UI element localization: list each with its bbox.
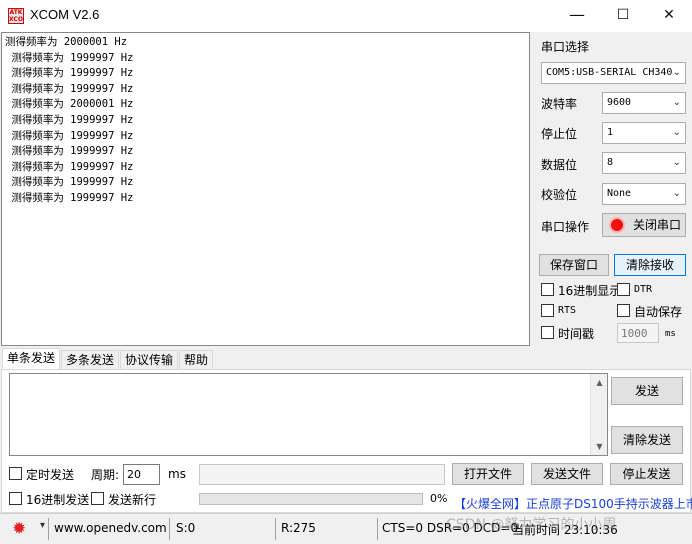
dtr-label: DTR xyxy=(634,284,653,295)
send-progress-bar xyxy=(199,493,423,505)
received-count: R:275 xyxy=(281,521,316,535)
gear-icon[interactable]: ✹ xyxy=(12,519,26,539)
receive-line: 测得频率为 1999997 Hz xyxy=(5,51,134,64)
file-path-input[interactable] xyxy=(199,464,445,485)
receive-line: 测得频率为 1999997 Hz xyxy=(5,191,134,204)
window-title: XCOM V2.6 xyxy=(30,7,100,22)
status-separator xyxy=(377,518,378,540)
parity-select[interactable]: None ⌄ xyxy=(602,183,686,205)
receive-line: 测得频率为 1999997 Hz xyxy=(5,176,134,189)
timed-send-checkbox[interactable] xyxy=(9,467,22,480)
receive-line: 测得频率为 1999997 Hz xyxy=(5,113,134,126)
send-file-button[interactable]: 发送文件 xyxy=(531,463,603,485)
stop-bits-label: 停止位 xyxy=(541,127,578,141)
save-window-button[interactable]: 保存窗口 xyxy=(539,254,609,276)
minimize-button[interactable]: — xyxy=(554,0,600,32)
receive-line: 测得频率为 1999997 Hz xyxy=(5,145,134,158)
timestamp-label: 时间戳 xyxy=(558,327,595,341)
close-button[interactable]: ✕ xyxy=(646,0,692,32)
tab-help[interactable]: 帮助 xyxy=(179,350,214,370)
chevron-down-icon: ⌄ xyxy=(672,67,681,78)
period-label: 周期: xyxy=(91,468,120,482)
auto-save-label: 自动保存 xyxy=(634,305,683,319)
timestamp-unit: ms xyxy=(665,329,676,339)
website-link[interactable]: www.openedv.com xyxy=(54,521,167,535)
timestamp-checkbox[interactable] xyxy=(541,326,554,339)
scroll-down-icon[interactable]: ▼ xyxy=(591,438,608,455)
scroll-up-icon[interactable]: ▲ xyxy=(591,374,608,391)
receive-line: 测得频率为 1999997 Hz xyxy=(5,160,134,173)
chevron-down-icon: ⌄ xyxy=(672,127,681,138)
sent-count: S:0 xyxy=(176,521,196,535)
hex-send-label: 16进制发送 xyxy=(26,493,90,507)
port-select-label: 串口选择 xyxy=(541,40,590,54)
baud-value: 9600 xyxy=(607,97,632,108)
rts-label: RTS xyxy=(558,305,577,316)
status-separator xyxy=(169,518,170,540)
data-bits-value: 8 xyxy=(607,157,614,168)
title-bar: ATKXCOM XCOM V2.6 — ☐ ✕ xyxy=(0,0,692,32)
send-button[interactable]: 发送 xyxy=(611,377,683,405)
receive-line: 测得频率为 1999997 Hz xyxy=(5,129,134,142)
send-tabs: 单条发送 多条发送 协议传输 帮助 xyxy=(1,348,691,370)
close-port-label: 关闭串口 xyxy=(633,218,682,232)
stop-bits-select[interactable]: 1 ⌄ xyxy=(602,122,686,144)
send-progress-text: 0% xyxy=(430,492,448,505)
port-status-icon xyxy=(611,219,623,231)
hex-display-label: 16进制显示 xyxy=(558,284,622,298)
port-op-label: 串口操作 xyxy=(541,220,590,234)
chevron-down-icon: ⌄ xyxy=(672,157,681,168)
clear-receive-button[interactable]: 清除接收 xyxy=(614,254,686,276)
stop-send-button[interactable]: 停止发送 xyxy=(610,463,683,485)
timestamp-input[interactable]: 1000 xyxy=(617,323,659,343)
rts-checkbox[interactable] xyxy=(541,304,554,317)
tab-protocol[interactable]: 协议传输 xyxy=(120,350,179,370)
clear-send-button[interactable]: 清除发送 xyxy=(611,426,683,454)
receive-area[interactable]: 测得频率为 2000001 Hz 测得频率为 1999997 Hz 测得频率为 … xyxy=(1,32,530,346)
watermark: CSDN @努力学习的小小周 xyxy=(446,517,617,533)
tab-multi-send[interactable]: 多条发送 xyxy=(61,350,120,370)
close-port-button[interactable]: 关闭串口 xyxy=(602,213,686,237)
newline-checkbox[interactable] xyxy=(91,492,104,505)
send-scrollbar[interactable]: ▲ ▼ xyxy=(590,374,607,455)
parity-label: 校验位 xyxy=(541,188,578,202)
receive-line: 测得频率为 1999997 Hz xyxy=(5,67,134,80)
baud-label: 波特率 xyxy=(541,97,578,111)
receive-line: 测得频率为 1999997 Hz xyxy=(5,82,134,95)
status-separator xyxy=(48,518,49,540)
period-input[interactable]: 20 xyxy=(123,464,160,485)
baud-select[interactable]: 9600 ⌄ xyxy=(602,92,686,114)
maximize-button[interactable]: ☐ xyxy=(600,0,646,32)
port-select[interactable]: COM5:USB-SERIAL CH340 ⌄ xyxy=(541,62,686,84)
chevron-down-icon: ⌄ xyxy=(672,97,681,108)
hex-display-checkbox[interactable] xyxy=(541,283,554,296)
ad-link[interactable]: 【火爆全网】正点原子DS100手持示波器上市 xyxy=(454,495,692,512)
auto-save-checkbox[interactable] xyxy=(617,304,630,317)
status-separator xyxy=(275,518,276,540)
stop-bits-value: 1 xyxy=(607,127,614,138)
open-file-button[interactable]: 打开文件 xyxy=(452,463,524,485)
hex-send-checkbox[interactable] xyxy=(9,492,22,505)
data-bits-label: 数据位 xyxy=(541,158,578,172)
period-unit: ms xyxy=(168,467,186,481)
receive-line: 测得频率为 2000001 Hz xyxy=(5,36,128,48)
port-select-value: COM5:USB-SERIAL CH340 xyxy=(546,67,673,78)
chevron-down-icon: ⌄ xyxy=(672,188,681,199)
newline-label: 发送新行 xyxy=(108,493,157,507)
settings-dropdown-icon[interactable]: ▾ xyxy=(40,520,45,531)
receive-line: 测得频率为 2000001 Hz xyxy=(5,98,134,111)
dtr-checkbox[interactable] xyxy=(617,283,630,296)
app-logo-icon: ATKXCOM xyxy=(8,8,24,24)
parity-value: None xyxy=(607,188,632,199)
send-textarea[interactable]: ▲ ▼ xyxy=(9,373,608,456)
data-bits-select[interactable]: 8 ⌄ xyxy=(602,152,686,174)
tab-single-send[interactable]: 单条发送 xyxy=(2,348,61,370)
timed-send-label: 定时发送 xyxy=(26,468,75,482)
